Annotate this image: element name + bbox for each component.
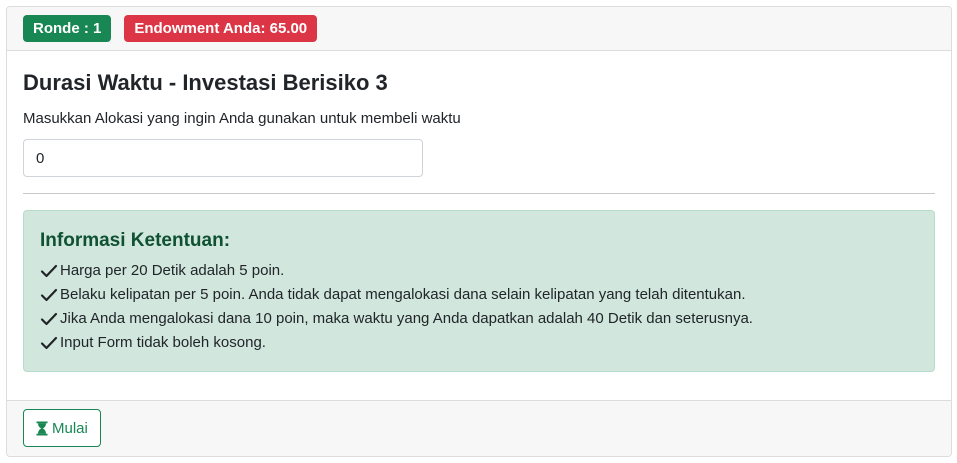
- info-title: Informasi Ketentuan:: [40, 230, 231, 251]
- rule-item: Jika Anda mengalokasi dana 10 poin, maka…: [40, 307, 918, 331]
- check-icon: [40, 288, 58, 302]
- allocation-input[interactable]: [23, 139, 423, 177]
- start-button[interactable]: Mulai: [23, 409, 101, 447]
- rule-text: Jika Anda mengalokasi dana 10 poin, maka…: [60, 310, 753, 327]
- check-icon: [40, 264, 58, 278]
- allocation-label: Masukkan Alokasi yang ingin Anda gunakan…: [23, 110, 461, 127]
- check-icon: [40, 336, 58, 350]
- hourglass-icon: [36, 421, 48, 435]
- divider: [23, 193, 935, 194]
- card-body: Durasi Waktu - Investasi Berisiko 3 Masu…: [7, 51, 951, 402]
- main-card: Ronde : 1 Endowment Anda: 65.00 Durasi W…: [6, 6, 952, 457]
- check-icon: [40, 312, 58, 326]
- rule-text: Input Form tidak boleh kosong.: [60, 334, 266, 351]
- endowment-badge: Endowment Anda: 65.00: [124, 15, 318, 42]
- rule-text: Harga per 20 Detik adalah 5 poin.: [60, 262, 285, 279]
- page-title: Durasi Waktu - Investasi Berisiko 3: [23, 70, 388, 95]
- start-button-label: Mulai: [52, 419, 88, 437]
- rule-text: Belaku kelipatan per 5 poin. Anda tidak …: [60, 286, 746, 303]
- rule-item: Harga per 20 Detik adalah 5 poin.: [40, 259, 918, 283]
- rule-item: Belaku kelipatan per 5 poin. Anda tidak …: [40, 283, 918, 307]
- rule-item: Input Form tidak boleh kosong.: [40, 331, 918, 355]
- info-alert: Informasi Ketentuan: Harga per 20 Detik …: [23, 210, 935, 372]
- card-footer: Mulai: [7, 400, 951, 456]
- round-badge: Ronde : 1: [23, 15, 112, 42]
- card-header: Ronde : 1 Endowment Anda: 65.00: [7, 7, 951, 51]
